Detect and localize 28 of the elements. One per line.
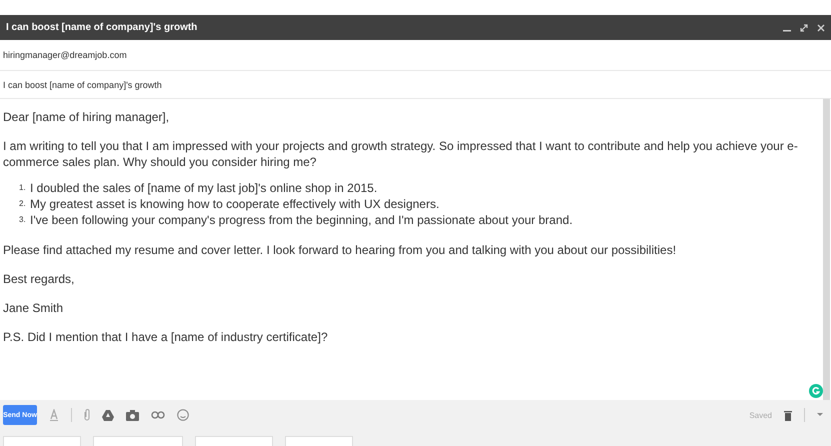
window-title: I can boost [name of company]'s growth — [6, 22, 198, 33]
subject-field[interactable]: I can boost [name of company]'s growth — [3, 80, 162, 90]
attachment-icon[interactable] — [84, 409, 90, 421]
list-item: I've been following your company's progress from the beginning, and I'm passionate about your brand. — [30, 212, 573, 228]
drive-icon[interactable] — [102, 410, 114, 420]
list-number: 3. — [19, 214, 27, 226]
signature-text: Jane Smith — [3, 300, 64, 316]
recipient-field[interactable]: hiringmanager@dreamjob.com — [3, 50, 127, 60]
paragraph: I am writing to tell you that I am impressed with your projects and growth strategy. So impressed that I want to contribute and help you achieve your e-commerce sales plan. Why should you consider hiring me? — [3, 138, 799, 170]
greeting-text: Dear [name of hiring manager], — [3, 109, 170, 125]
list-item: My greatest asset is knowing how to cooperate effectively with UX designers. — [30, 196, 440, 212]
paragraph: Please find attached my resume and cover letter. I look forward to hearing from you and talking with you about our possibilities! — [3, 242, 678, 258]
list-number: 1. — [19, 182, 27, 194]
grammar-check-icon[interactable] — [809, 384, 823, 398]
list-number: 2. — [19, 198, 27, 210]
trash-icon[interactable] — [784, 410, 792, 420]
postscript-text: P.S. Did I mention that I have a [name of industry certificate]? — [3, 329, 329, 345]
text-format-icon[interactable] — [49, 409, 59, 421]
close-icon[interactable] — [817, 24, 825, 32]
emoji-icon[interactable] — [177, 409, 189, 421]
camera-icon[interactable] — [126, 410, 139, 420]
saved-status: Saved — [749, 410, 772, 420]
link-icon[interactable] — [151, 411, 165, 419]
expand-icon[interactable] — [800, 24, 808, 32]
signoff-text: Best regards, — [3, 271, 76, 287]
list-item: I doubled the sales of [name of my last job]'s online shop in 2015. — [30, 180, 378, 196]
scrollbar[interactable] — [823, 99, 830, 400]
caret-icon[interactable] — [817, 413, 823, 417]
